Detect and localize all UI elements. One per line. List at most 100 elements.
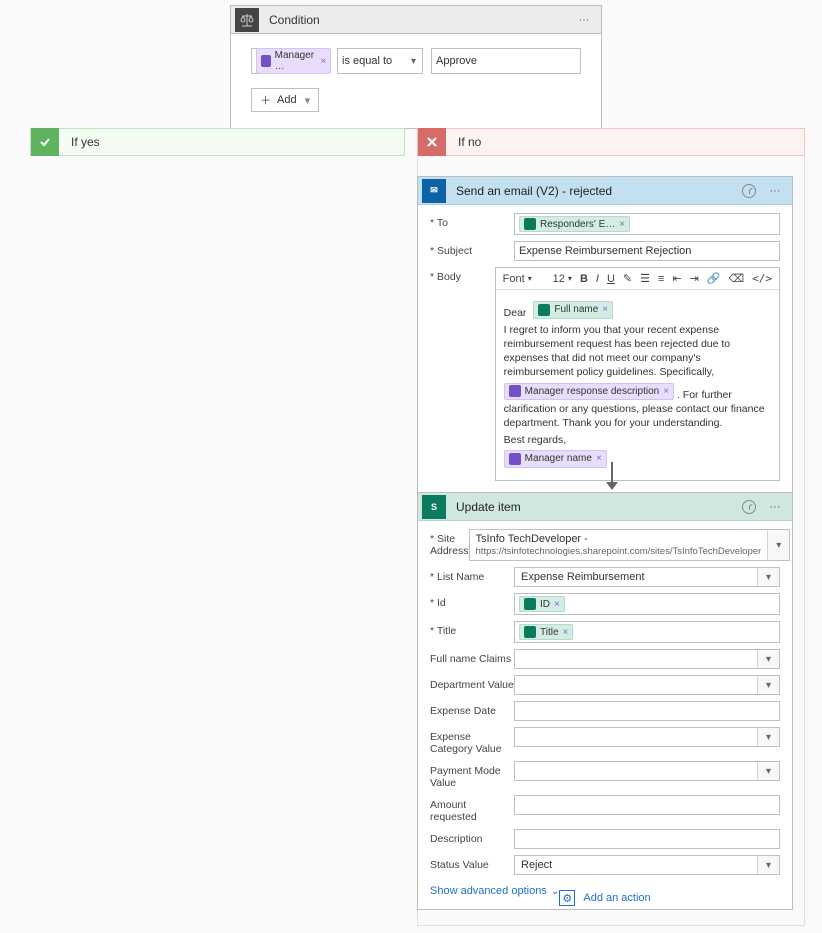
send-email-header[interactable]: ✉ Send an email (V2) - rejected ··· xyxy=(418,177,792,205)
field-label-expense-date: Expense Date xyxy=(430,701,514,717)
action-menu-button[interactable]: ··· xyxy=(766,185,784,197)
token-manager[interactable]: Manager … × xyxy=(256,48,331,74)
history-icon[interactable] xyxy=(742,184,756,198)
site-name: TsInfo TechDeveloper - xyxy=(476,533,762,545)
bullet-list-button[interactable]: ☰ xyxy=(637,272,653,285)
field-label-amount: Amount requested xyxy=(430,795,514,823)
add-step-icon: ⚙ xyxy=(559,890,575,906)
condition-add-button[interactable]: ＋ Add ▾ xyxy=(251,88,319,112)
chevron-down-icon: ▾ xyxy=(757,676,779,694)
italic-button[interactable]: I xyxy=(593,273,602,285)
fullname-select[interactable]: ▾ xyxy=(514,649,780,669)
plus-icon: ＋ xyxy=(260,92,271,108)
token-responders-email[interactable]: Responders' E… × xyxy=(519,216,630,232)
chevron-down-icon: ▾ xyxy=(757,728,779,746)
clear-format-button[interactable]: ⌫ xyxy=(726,272,748,285)
check-icon xyxy=(31,128,59,156)
list-name-select[interactable]: Expense Reimbursement ▾ xyxy=(514,567,780,587)
add-label: Add xyxy=(277,94,297,106)
chevron-down-icon: ▾ xyxy=(405,56,422,67)
token-remove-icon[interactable]: × xyxy=(554,599,560,610)
expense-date-input[interactable] xyxy=(514,701,780,721)
token-remove-icon[interactable]: × xyxy=(663,385,669,399)
update-item-header[interactable]: S Update item ··· xyxy=(418,493,792,521)
field-label-expense-category: Expense Category Value xyxy=(430,727,514,755)
token-remove-icon[interactable]: × xyxy=(602,303,608,317)
link-button[interactable]: 🔗 xyxy=(704,272,724,285)
branch-no-label: If no xyxy=(458,135,481,149)
status-select[interactable]: Reject ▾ xyxy=(514,855,780,875)
department-select[interactable]: ▾ xyxy=(514,675,780,695)
condition-menu-button[interactable]: ··· xyxy=(575,14,593,26)
description-input[interactable] xyxy=(514,829,780,849)
field-label-subject: * Subject xyxy=(430,241,514,257)
chevron-down-icon: ▾ xyxy=(757,762,779,780)
email-body-content[interactable]: Dear Full name × I regret to inform you … xyxy=(496,290,779,480)
chevron-down-icon: ▾ xyxy=(305,94,311,107)
token-label: Manager … xyxy=(275,50,317,72)
condition-left-input[interactable]: Manager … × xyxy=(251,48,329,74)
email-subject-input[interactable]: Expense Reimbursement Rejection xyxy=(514,241,780,261)
field-label-fullname: Full name Claims xyxy=(430,649,514,665)
token-remove-icon[interactable]: × xyxy=(596,452,602,466)
send-email-title: Send an email (V2) - rejected xyxy=(456,184,742,198)
code-view-button[interactable]: </> xyxy=(749,272,775,285)
font-size-select[interactable]: 12▾ xyxy=(550,273,575,285)
font-select[interactable]: Font▾ xyxy=(500,273,548,285)
action-menu-button[interactable]: ··· xyxy=(766,501,784,513)
token-manager-response[interactable]: Manager response description × xyxy=(504,383,674,401)
condition-right-value: Approve xyxy=(436,55,477,67)
field-label-status: Status Value xyxy=(430,855,514,871)
branch-if-yes[interactable]: If yes xyxy=(30,128,405,156)
flow-connector xyxy=(604,462,620,490)
condition-operator-select[interactable]: is equal to ▾ xyxy=(337,48,423,74)
dynamic-content-icon xyxy=(538,304,550,316)
condition-right-input[interactable]: Approve xyxy=(431,48,581,74)
bold-button[interactable]: B xyxy=(577,273,591,285)
field-label-id: * Id xyxy=(430,593,514,609)
token-title[interactable]: Title × xyxy=(519,624,573,640)
font-color-button[interactable]: ✎ xyxy=(620,272,635,285)
body-text: Best regards, xyxy=(504,433,771,447)
token-remove-icon[interactable]: × xyxy=(619,219,625,230)
chevron-down-icon: ▾ xyxy=(757,650,779,668)
site-url: https://tsinfotechnologies.sharepoint.co… xyxy=(476,546,762,557)
field-label-title: * Title xyxy=(430,621,514,637)
body-text: I regret to inform you that your recent … xyxy=(504,323,771,380)
chevron-down-icon: ▾ xyxy=(767,530,789,560)
condition-icon xyxy=(235,8,259,32)
dynamic-content-icon xyxy=(524,626,536,638)
branch-if-no[interactable]: If no xyxy=(417,128,805,156)
token-label: Responders' E… xyxy=(540,219,615,230)
token-label: Manager response description xyxy=(525,385,660,399)
email-subject-value: Expense Reimbursement Rejection xyxy=(519,245,691,257)
amount-input[interactable] xyxy=(514,795,780,815)
history-icon[interactable] xyxy=(742,500,756,514)
token-manager-name[interactable]: Manager name × xyxy=(504,450,607,468)
payment-mode-select[interactable]: ▾ xyxy=(514,761,780,781)
field-label-site: * Site Address xyxy=(430,529,469,557)
site-address-select[interactable]: TsInfo TechDeveloper - https://tsinfotec… xyxy=(469,529,791,561)
token-id[interactable]: ID × xyxy=(519,596,565,612)
field-label-body: * Body xyxy=(430,267,495,283)
expense-category-select[interactable]: ▾ xyxy=(514,727,780,747)
token-remove-icon[interactable]: × xyxy=(320,56,326,67)
list-name-value: Expense Reimbursement xyxy=(515,568,757,586)
rich-text-toolbar: Font▾ 12▾ B I U ✎ ☰ ≡ ⇤ ⇥ 🔗 ⌫ < xyxy=(496,268,779,290)
id-input[interactable]: ID × xyxy=(514,593,780,615)
email-to-input[interactable]: Responders' E… × xyxy=(514,213,780,235)
indent-increase-button[interactable]: ⇥ xyxy=(687,272,702,285)
outlook-icon: ✉ xyxy=(422,179,446,203)
title-input[interactable]: Title × xyxy=(514,621,780,643)
field-label-payment-mode: Payment Mode Value xyxy=(430,761,514,789)
token-remove-icon[interactable]: × xyxy=(563,627,569,638)
underline-button[interactable]: U xyxy=(604,273,618,285)
condition-header[interactable]: Condition ··· xyxy=(231,6,601,34)
indent-decrease-button[interactable]: ⇤ xyxy=(669,272,684,285)
email-body-editor[interactable]: Font▾ 12▾ B I U ✎ ☰ ≡ ⇤ ⇥ 🔗 ⌫ < xyxy=(495,267,780,481)
token-full-name[interactable]: Full name × xyxy=(533,301,613,319)
add-action-button[interactable]: ⚙ Add an action xyxy=(417,890,793,906)
dynamic-content-icon xyxy=(509,453,521,465)
number-list-button[interactable]: ≡ xyxy=(655,273,667,285)
field-label-to: * To xyxy=(430,213,514,229)
